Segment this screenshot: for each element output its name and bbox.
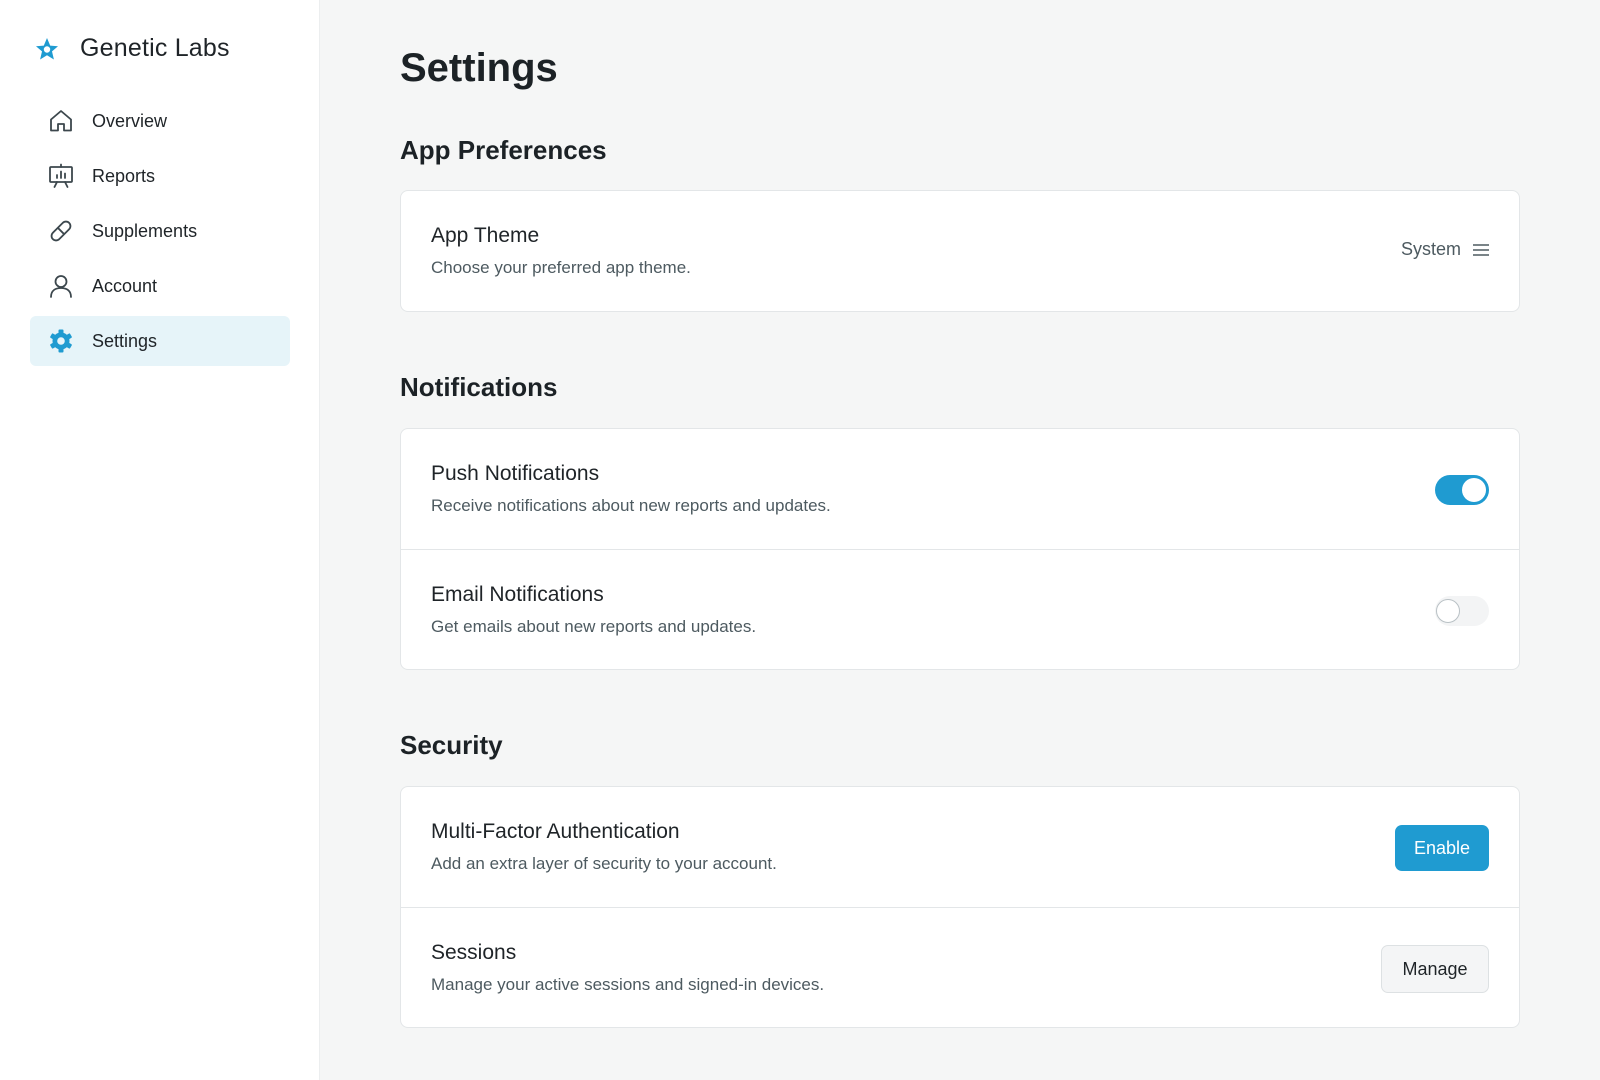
page-title: Settings [400, 46, 558, 90]
sessions-title: Sessions [431, 941, 517, 964]
app-theme-row: App Theme Choose your preferred app them… [401, 191, 1519, 311]
logo-star-icon [36, 37, 58, 59]
section-title-security: Security [400, 730, 503, 760]
sidebar-item-supplements[interactable]: Supplements [30, 206, 290, 256]
push-notifications-title: Push Notifications [431, 462, 600, 485]
security-card: Multi-Factor Authentication Add an extra… [400, 786, 1520, 1028]
menu-icon [1473, 243, 1489, 256]
toggle-knob [1436, 599, 1460, 623]
push-notifications-description: Receive notifications about new reports … [431, 496, 831, 515]
enable-mfa-button[interactable]: Enable [1395, 825, 1489, 871]
sidebar-item-label: Settings [92, 330, 158, 351]
notifications-card: Push Notifications Receive notifications… [400, 428, 1520, 670]
sidebar-item-reports[interactable]: Reports [30, 151, 290, 201]
brand[interactable]: Genetic Labs [34, 34, 230, 63]
email-notifications-title: Email Notifications [431, 583, 604, 606]
email-notifications-description: Get emails about new reports and updates… [431, 617, 757, 636]
app-theme-title: App Theme [431, 224, 540, 247]
section-title-app-preferences: App Preferences [400, 135, 607, 165]
sessions-description: Manage your active sessions and signed-i… [431, 975, 825, 994]
sidebar-item-label: Overview [92, 110, 168, 131]
push-notifications-toggle[interactable] [1435, 475, 1489, 505]
sidebar-item-settings[interactable]: Settings [30, 316, 290, 366]
app-theme-value: System [1400, 239, 1461, 259]
manage-sessions-button[interactable]: Manage [1381, 945, 1489, 993]
presentation-chart-icon [47, 162, 75, 190]
sessions-row: Sessions Manage your active sessions and… [401, 907, 1519, 1027]
user-icon [47, 272, 75, 300]
app-preferences-card: App Theme Choose your preferred app them… [400, 190, 1520, 312]
sidebar-item-overview[interactable]: Overview [30, 96, 290, 146]
email-notifications-toggle[interactable] [1435, 596, 1489, 626]
mfa-title: Multi-Factor Authentication [431, 820, 680, 843]
pill-icon [47, 217, 75, 245]
app-theme-select[interactable]: System [1401, 239, 1489, 260]
sidebar-item-label: Supplements [92, 220, 198, 241]
app-name: Genetic Labs [80, 34, 230, 62]
sidebar-nav: Overview Reports Supplements Account Set… [30, 96, 290, 371]
sidebar-item-label: Reports [92, 165, 156, 186]
toggle-knob [1462, 478, 1486, 502]
push-notifications-row: Push Notifications Receive notifications… [401, 429, 1519, 549]
email-notifications-row: Email Notifications Get emails about new… [401, 549, 1519, 669]
gear-icon [47, 327, 75, 355]
mfa-description: Add an extra layer of security to your a… [431, 854, 777, 873]
sidebar-item-label: Account [92, 275, 158, 296]
home-icon [47, 107, 75, 135]
mfa-row: Multi-Factor Authentication Add an extra… [401, 787, 1519, 907]
sidebar: Genetic Labs Overview Reports Supplement… [0, 0, 320, 1080]
app-theme-description: Choose your preferred app theme. [431, 258, 691, 277]
sidebar-item-account[interactable]: Account [30, 261, 290, 311]
section-title-notifications: Notifications [400, 372, 558, 402]
